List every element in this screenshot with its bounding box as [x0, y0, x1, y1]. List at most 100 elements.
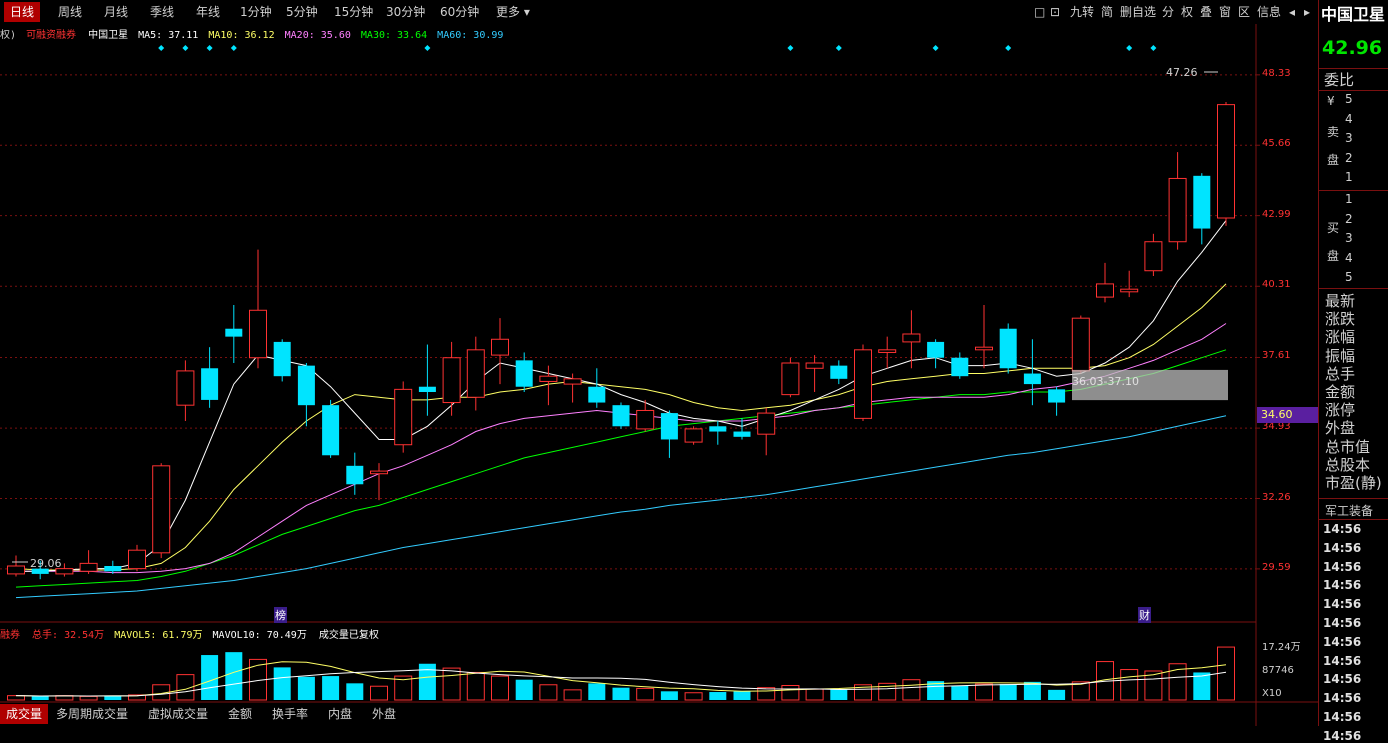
tab-amount[interactable]: 金额	[222, 704, 258, 724]
candle-body	[999, 328, 1017, 369]
diamond-marker	[182, 45, 189, 51]
candle-body	[660, 413, 678, 440]
volume-bar	[830, 689, 848, 700]
tool-qu[interactable]: 区	[1238, 3, 1250, 21]
candle-body	[805, 362, 824, 369]
candle-body	[1217, 104, 1235, 219]
candle-body	[152, 465, 171, 554]
tool-fen[interactable]: 分	[1162, 3, 1174, 21]
tab-quarterly[interactable]: 季线	[150, 3, 174, 21]
tool-remove-watchlist[interactable]: 删自选	[1120, 3, 1156, 21]
tab-1min[interactable]: 1分钟	[240, 3, 272, 21]
buy-level: 5	[1345, 270, 1353, 284]
candle	[152, 463, 171, 559]
tool-quan[interactable]: 权	[1181, 3, 1193, 21]
tab-outer[interactable]: 外盘	[366, 704, 402, 724]
volume-bar	[1120, 669, 1139, 701]
diamond-marker	[424, 45, 431, 51]
candle-body	[466, 349, 485, 398]
tab-yearly[interactable]: 年线	[196, 3, 220, 21]
candle-body	[370, 470, 388, 475]
tick-time: 14:56	[1323, 634, 1362, 649]
tab-turnover[interactable]: 换手率	[266, 704, 314, 724]
candle-body	[1120, 288, 1139, 293]
volume-bar	[636, 687, 655, 701]
low-label: 29.06	[30, 557, 62, 570]
tab-daily[interactable]: 日线	[4, 2, 41, 22]
candle	[612, 402, 630, 429]
price-axis: 48.33 45.66 42.99 40.31 37.61 34.93 32.26 29.59	[1260, 0, 1318, 620]
tick-time: 14:56	[1323, 710, 1362, 724]
candle-body	[225, 328, 243, 337]
buy-level: 2	[1345, 211, 1353, 226]
candle-body	[1096, 283, 1114, 298]
volume-bar	[370, 685, 388, 701]
sell-level: 4	[1345, 111, 1353, 126]
tool-window[interactable]: 窗	[1219, 3, 1231, 21]
buy-level: 3	[1345, 231, 1353, 245]
ma30-line	[15, 349, 1227, 588]
tab-multi-period-volume[interactable]: 多周期成交量	[50, 704, 134, 724]
candle	[927, 339, 945, 369]
volume-legend: 融券 总手: 32.54万 MAVOL5: 61.79万 MAVOL10: 70…	[0, 626, 379, 641]
tab-monthly[interactable]: 月线	[104, 3, 128, 21]
tab-15min[interactable]: 15分钟	[334, 3, 373, 21]
buy-level: 1	[1345, 192, 1353, 206]
tick-time: 14:56	[1323, 578, 1362, 593]
candle-body	[733, 431, 751, 437]
volume-bar	[442, 667, 461, 701]
diamond-marker	[932, 45, 939, 51]
candle-body	[902, 333, 921, 343]
candle	[1193, 173, 1211, 245]
volume-bar	[588, 683, 606, 700]
volume-bar	[684, 692, 703, 701]
candle-body	[927, 341, 945, 358]
tab-inner[interactable]: 内盘	[322, 704, 358, 724]
candle	[225, 305, 243, 363]
candle	[418, 344, 436, 416]
candle-body	[636, 409, 655, 430]
candle	[781, 357, 800, 398]
candle	[128, 544, 146, 572]
price-tick-label: 42.99	[1262, 208, 1291, 220]
candle-body	[249, 309, 267, 359]
tab-weekly[interactable]: 周线	[58, 3, 82, 21]
candle-body	[684, 428, 703, 443]
period-tabbar: 日线 周线 月线 季线 年线 1分钟 5分钟 15分钟 30分钟 60分钟 更多…	[0, 0, 1318, 24]
candle	[805, 355, 824, 392]
volume-bar	[515, 679, 533, 700]
ma5-line	[16, 220, 1227, 572]
diamond-marker	[1150, 45, 1157, 51]
square-icon[interactable]: □	[1034, 3, 1045, 21]
frame-icon[interactable]: ⊡	[1050, 3, 1060, 21]
tab-30min[interactable]: 30分钟	[386, 3, 425, 21]
tab-5min[interactable]: 5分钟	[286, 3, 318, 21]
tab-more[interactable]: 更多 ▾	[496, 3, 530, 21]
tick-time: 14:56	[1323, 597, 1362, 612]
diamond-marker	[1126, 45, 1133, 51]
sell-label: 卖盘	[1327, 125, 1340, 167]
tab-virtual-volume[interactable]: 虚拟成交量	[142, 704, 214, 724]
tick-time: 14:56	[1323, 522, 1362, 536]
volume-bar	[563, 689, 582, 701]
volume-bar	[902, 679, 921, 701]
tool-jian[interactable]: 简	[1101, 3, 1113, 21]
volume-bar	[951, 685, 969, 700]
ma60-line	[15, 415, 1227, 599]
volume-bar	[225, 652, 243, 700]
candle	[273, 339, 291, 382]
stock-price: 42.96	[1322, 37, 1383, 59]
tool-die[interactable]: 叠	[1200, 3, 1212, 21]
volume-bar	[201, 655, 219, 700]
diamond-marker	[230, 45, 237, 51]
bang-marker: 榜	[274, 607, 287, 623]
tab-volume[interactable]: 成交量	[0, 704, 49, 724]
volume-bar	[297, 676, 315, 700]
volume-bar	[539, 684, 558, 701]
tab-60min[interactable]: 60分钟	[440, 3, 479, 21]
tool-jiuzhuan[interactable]: 九转	[1070, 3, 1094, 21]
tick-time: 14:56	[1323, 728, 1362, 743]
volume-bar	[805, 688, 824, 701]
volume-axis-unit: X10	[1262, 688, 1282, 699]
buy-label: 买盘	[1327, 221, 1340, 263]
